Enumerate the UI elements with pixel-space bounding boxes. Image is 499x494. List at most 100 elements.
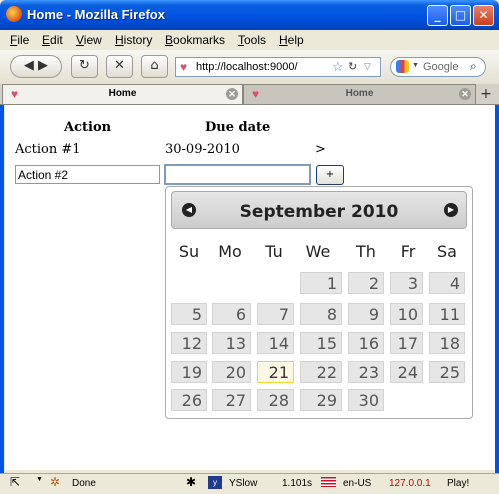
calendar-day[interactable]: 1 <box>300 272 342 294</box>
ip-address: 127.0.0.1 <box>389 478 431 489</box>
calendar-day[interactable]: 7 <box>257 303 294 325</box>
engine-dropdown-icon[interactable]: ▼ <box>412 62 419 69</box>
status-bar: ⇱ ▼ ✲ Done ✱ y YSlow 1.101s en-US 127.0.… <box>0 473 499 494</box>
menu-file[interactable]: File <box>10 33 29 47</box>
back-forward-button[interactable]: ◀ ▶ <box>10 55 62 78</box>
calendar-day[interactable]: 27 <box>212 389 251 411</box>
calendar-day[interactable]: 18 <box>429 332 465 354</box>
yslow-label[interactable]: YSlow <box>229 478 257 489</box>
new-tab-button[interactable]: + <box>478 86 494 102</box>
window-title: Home - Mozilla Firefox <box>27 7 165 22</box>
bookmark-star-icon[interactable]: ☆ <box>332 59 344 75</box>
window-title-bar[interactable]: Home - Mozilla Firefox _ □ ✕ <box>0 0 499 30</box>
calendar-day[interactable]: 24 <box>390 361 423 383</box>
search-bar[interactable]: ▼ Google ⌕ <box>390 57 486 77</box>
weekday-header: Tu <box>265 242 283 261</box>
calendar-day[interactable]: 29 <box>300 389 342 411</box>
tab-favicon-icon: ♥ <box>10 87 19 101</box>
url-dropdown-icon[interactable]: ▽ <box>364 61 371 72</box>
due-date-cell: 30-09-2010 <box>165 142 240 157</box>
calendar-day[interactable]: 6 <box>212 303 251 325</box>
menu-view[interactable]: View <box>76 33 102 47</box>
tab-close-icon[interactable]: ✕ <box>226 88 238 100</box>
close-window-button[interactable]: ✕ <box>473 5 494 26</box>
menu-help[interactable]: Help <box>279 33 304 47</box>
weekday-header: Sa <box>437 242 457 261</box>
firebug-icon[interactable]: ✲ <box>50 475 60 489</box>
tab-label: Home <box>108 88 137 99</box>
menu-tools[interactable]: Tools <box>238 33 266 47</box>
yslow-icon[interactable]: y <box>208 476 222 489</box>
add-action-button[interactable]: + <box>316 165 344 185</box>
calendar-day[interactable]: 2 <box>348 272 384 294</box>
reload-button[interactable]: ↻ <box>71 55 98 78</box>
stop-button[interactable]: ✕ <box>106 55 133 78</box>
calendar-day[interactable]: 30 <box>348 389 384 411</box>
weekday-header: Su <box>178 242 200 261</box>
calendar-day[interactable]: 5 <box>171 303 207 325</box>
cursor-tool-icon[interactable]: ⇱ <box>10 475 20 489</box>
due-date-input[interactable] <box>164 164 311 185</box>
datepicker-month-title: September 2010 <box>239 202 399 222</box>
calendar-day[interactable]: 15 <box>300 332 342 354</box>
weekday-header: We <box>305 242 331 261</box>
menu-bookmarks[interactable]: Bookmarks <box>165 33 225 47</box>
play-indicator[interactable]: Play! <box>447 478 469 489</box>
menu-history[interactable]: History <box>115 33 152 47</box>
search-magnifier-icon[interactable]: ⌕ <box>470 59 477 74</box>
minimize-button[interactable]: _ <box>427 5 448 26</box>
calendar-day[interactable]: 19 <box>171 361 207 383</box>
calendar-day[interactable]: 11 <box>429 303 465 325</box>
address-bar[interactable]: ♥ http://localhost:9000/ ☆ ↻ ▽ <box>175 57 381 77</box>
action-name-cell: Action #1 <box>15 142 81 157</box>
calendar-day[interactable]: 20 <box>212 361 251 383</box>
status-text: Done <box>72 478 96 489</box>
tab-home-inactive[interactable]: ♥ Home ✕ <box>243 84 476 104</box>
firefox-logo-icon <box>6 6 22 22</box>
calendar-day[interactable]: 25 <box>429 361 465 383</box>
calendar-day[interactable]: 22 <box>300 361 342 383</box>
calendar-day[interactable]: 8 <box>300 303 342 325</box>
tab-label: Home <box>345 88 374 99</box>
tab-close-icon[interactable]: ✕ <box>459 88 471 100</box>
weekday-header: Th <box>356 242 376 261</box>
calendar-day[interactable]: 23 <box>348 361 384 383</box>
calendar-day[interactable]: 9 <box>348 303 384 325</box>
calendar-day[interactable]: 3 <box>390 272 423 294</box>
home-button[interactable]: ⌂ <box>141 55 168 78</box>
column-header-due-date: Due date <box>205 120 271 135</box>
column-header-action: Action <box>64 120 112 135</box>
reload-small-icon[interactable]: ↻ <box>348 60 357 73</box>
next-month-icon[interactable]: ▶ <box>444 203 458 217</box>
calendar-day[interactable]: 12 <box>171 332 207 354</box>
datepicker-popup: ◀ September 2010 ▶ Su Mo Tu We Th Fr Sa 1 2 3 4 5 6 7… <box>165 186 473 419</box>
calendar-day[interactable]: 17 <box>390 332 423 354</box>
tab-favicon-icon: ♥ <box>251 87 260 101</box>
calendar-day[interactable]: 4 <box>429 272 465 294</box>
weekday-header: Mo <box>218 242 242 261</box>
calendar-day[interactable]: 14 <box>257 332 294 354</box>
load-time: 1.101s <box>282 478 313 489</box>
us-flag-icon <box>321 477 336 487</box>
menu-bar: File Edit View History Bookmarks Tools H… <box>0 30 499 50</box>
favicon-heart-icon: ♥ <box>180 60 188 74</box>
menu-edit[interactable]: Edit <box>42 33 63 47</box>
calendar-day[interactable]: 28 <box>257 389 294 411</box>
bug-icon[interactable]: ✱ <box>186 475 196 489</box>
tab-home-active[interactable]: ♥ Home ✕ <box>2 84 243 104</box>
maximize-button[interactable]: □ <box>450 5 471 26</box>
google-engine-icon[interactable] <box>396 60 409 73</box>
calendar-day[interactable]: 26 <box>171 389 207 411</box>
url-text: http://localhost:9000/ <box>196 61 298 73</box>
calendar-day-today[interactable]: 21 <box>257 361 294 383</box>
datepicker-header: ◀ September 2010 ▶ <box>171 191 467 229</box>
locale-indicator[interactable]: en-US <box>343 478 371 489</box>
calendar-day[interactable]: 10 <box>390 303 423 325</box>
action-name-input[interactable] <box>15 165 160 184</box>
row-expand-link[interactable]: > <box>315 142 326 157</box>
weekday-header: Fr <box>400 242 416 261</box>
page-content: Action Due date Action #1 30-09-2010 > +… <box>5 105 495 470</box>
calendar-day[interactable]: 13 <box>212 332 251 354</box>
calendar-day[interactable]: 16 <box>348 332 384 354</box>
tool-dropdown-icon[interactable]: ▼ <box>36 476 43 483</box>
